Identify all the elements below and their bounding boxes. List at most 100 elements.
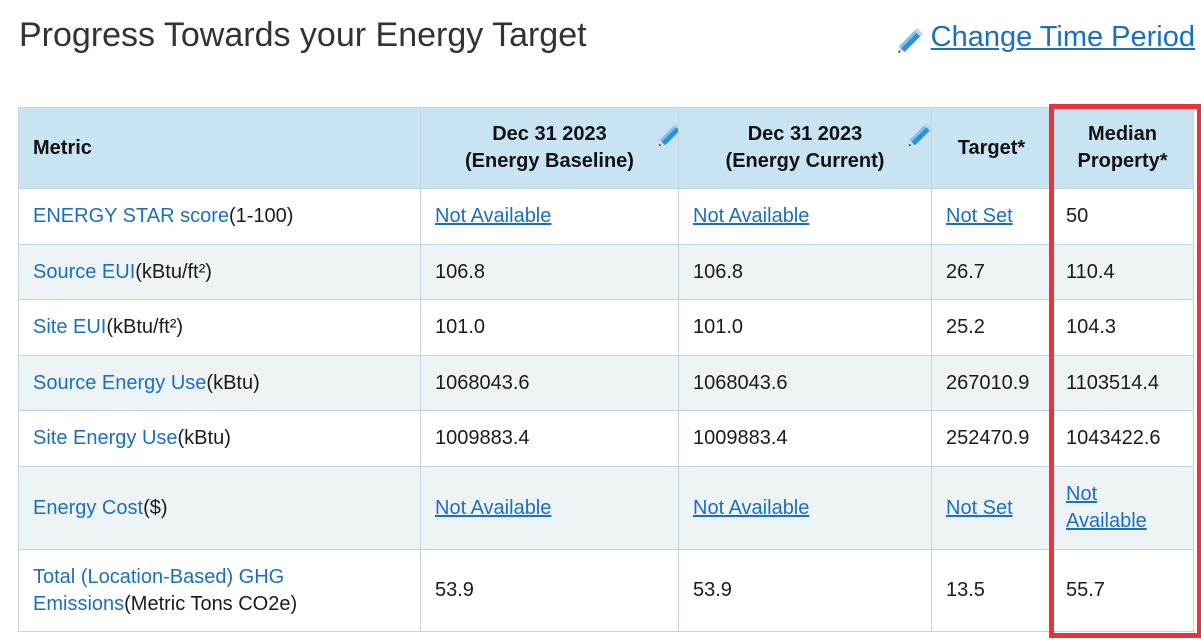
target-cell: Not Set: [931, 188, 1052, 245]
median-value: 55.7: [1066, 579, 1105, 601]
table-header-row: Metric Dec 31 2023 (Energy Baseline) Dec…: [18, 107, 1194, 189]
baseline-cell: 101.0: [420, 299, 679, 356]
metric-link[interactable]: Total (Location-Based) GHG: [33, 566, 284, 588]
current-value: 1009883.4: [693, 427, 788, 449]
baseline-value: 1068043.6: [435, 371, 530, 394]
metric-cell: Source Energy Use(kBtu): [18, 355, 421, 411]
current-cell: 101.0: [678, 299, 932, 356]
not-available-link[interactable]: Available: [1066, 510, 1147, 532]
median-cell: 104.3: [1051, 299, 1194, 356]
current-cell: 106.8: [678, 244, 932, 300]
metric-unit: (kBtu): [177, 427, 231, 449]
table-row-energy-cost: Energy Cost($) Not Available Not Availab…: [18, 466, 1194, 550]
baseline-cell: 106.8: [420, 244, 679, 300]
edit-baseline-pencil-icon[interactable]: [654, 117, 679, 151]
baseline-cell: 1068043.6: [420, 355, 679, 411]
metric-cell: Total (Location-Based) GHG Emissions(Met…: [18, 549, 421, 632]
baseline-cell: 53.9: [420, 549, 679, 632]
median-value: 1103514.4: [1066, 371, 1160, 394]
metric-link[interactable]: Site EUI: [33, 316, 106, 338]
baseline-cell: 1009883.4: [420, 410, 679, 467]
median-value: 1043422.6: [1066, 427, 1161, 449]
table-row-energy-star-score: ENERGY STAR score(1-100) Not Available N…: [18, 188, 1194, 245]
metric-unit: (kBtu/ft²): [135, 260, 212, 283]
median-cell: 50: [1051, 188, 1194, 245]
median-cell: 55.7: [1051, 549, 1194, 632]
metric-unit: (kBtu/ft²): [106, 316, 184, 338]
target-value: 13.5: [946, 579, 985, 601]
column-header-inner: Dec 31 2023 (Energy Baseline): [465, 121, 678, 175]
current-value: 106.8: [693, 260, 744, 283]
median-value: 50: [1066, 205, 1089, 227]
metric-unit: (kBtu): [206, 371, 260, 394]
not-available-link[interactable]: Not: [1066, 483, 1097, 505]
not-available-link[interactable]: Not Available: [435, 205, 551, 227]
target-value: 267010.9: [946, 371, 1030, 394]
current-cell: 53.9: [678, 549, 932, 632]
metric-cell: ENERGY STAR score(1-100): [18, 188, 421, 245]
table-row-source-eui: Source EUI(kBtu/ft²) 106.8 106.8 26.7 11…: [18, 244, 1194, 300]
column-header-label: Metric: [33, 136, 92, 159]
metric-link[interactable]: Source Energy Use: [33, 372, 206, 394]
column-header-target: Target*: [931, 107, 1052, 189]
metric-unit: (1-100): [228, 205, 294, 227]
energy-progress-table: Metric Dec 31 2023 (Energy Baseline) Dec…: [18, 107, 1194, 632]
baseline-value: 106.8: [435, 260, 486, 283]
not-available-link[interactable]: Not Available: [693, 497, 809, 519]
target-cell: 13.5: [931, 549, 1052, 632]
metric-link[interactable]: Emissions: [33, 593, 124, 615]
median-cell: 1043422.6: [1051, 410, 1194, 467]
column-header-sublabel: (Energy Baseline): [465, 150, 634, 172]
current-value: 101.0: [693, 316, 744, 338]
table-row-site-energy-use: Site Energy Use(kBtu) 1009883.4 1009883.…: [18, 410, 1194, 467]
column-header-metric: Metric: [18, 107, 421, 189]
median-cell: 1103514.4: [1051, 355, 1194, 411]
median-cell: Not Available: [1051, 466, 1194, 550]
target-cell: 267010.9: [931, 355, 1052, 411]
median-cell: 110.4: [1051, 244, 1194, 300]
not-set-link[interactable]: Not Set: [946, 205, 1013, 227]
current-value: 1068043.6: [693, 371, 788, 394]
metric-unit: (Metric Tons CO2e): [124, 592, 298, 615]
edit-current-pencil-icon[interactable]: [904, 117, 931, 151]
target-cell: 252470.9: [931, 410, 1052, 467]
metric-link[interactable]: Energy Cost: [33, 497, 143, 519]
table-row-ghg-emissions: Total (Location-Based) GHG Emissions(Met…: [18, 549, 1194, 632]
metric-cell: Energy Cost($): [18, 466, 421, 550]
column-header-label: Dec 31 2023: [492, 123, 607, 145]
not-set-link[interactable]: Not Set: [946, 497, 1013, 519]
column-header-current: Dec 31 2023 (Energy Current): [678, 107, 932, 189]
target-cell: Not Set: [931, 466, 1052, 550]
target-cell: 25.2: [931, 299, 1052, 356]
column-header-label: Target*: [957, 136, 1026, 159]
current-cell: Not Available: [678, 466, 932, 550]
median-value: 110.4: [1066, 260, 1115, 283]
table-row-source-energy-use: Source Energy Use(kBtu) 1068043.6 106804…: [18, 355, 1194, 411]
change-time-period[interactable]: Change Time Period: [893, 14, 1195, 60]
metric-unit: ($): [143, 496, 168, 519]
current-value: 53.9: [693, 579, 732, 601]
column-header-baseline: Dec 31 2023 (Energy Baseline): [420, 107, 679, 189]
metric-cell: Site EUI(kBtu/ft²): [18, 299, 421, 356]
not-available-link[interactable]: Not Available: [435, 497, 551, 519]
change-time-period-link[interactable]: Change Time Period: [931, 14, 1195, 60]
pencil-icon: [897, 27, 923, 53]
not-available-link[interactable]: Not Available: [693, 205, 809, 227]
column-header-inner: Dec 31 2023 (Energy Current): [725, 121, 931, 175]
baseline-value: 101.0: [435, 316, 486, 338]
baseline-cell: Not Available: [420, 188, 679, 245]
column-header-label: Median: [1088, 123, 1157, 145]
baseline-cell: Not Available: [420, 466, 679, 550]
target-value: 252470.9: [946, 427, 1030, 449]
column-header-sublabel: Property*: [1077, 150, 1168, 172]
column-header-sublabel: (Energy Current): [725, 150, 885, 172]
baseline-value: 53.9: [435, 579, 474, 601]
column-header-median: Median Property*: [1051, 107, 1194, 189]
metric-link[interactable]: Source EUI: [33, 261, 135, 283]
median-value: 104.3: [1066, 316, 1117, 338]
current-cell: Not Available: [678, 188, 932, 245]
metric-link[interactable]: Site Energy Use: [33, 427, 178, 449]
baseline-value: 1009883.4: [435, 427, 530, 449]
metric-link[interactable]: ENERGY STAR score: [33, 205, 229, 227]
table-row-site-eui: Site EUI(kBtu/ft²) 101.0 101.0 25.2 104.…: [18, 299, 1194, 356]
